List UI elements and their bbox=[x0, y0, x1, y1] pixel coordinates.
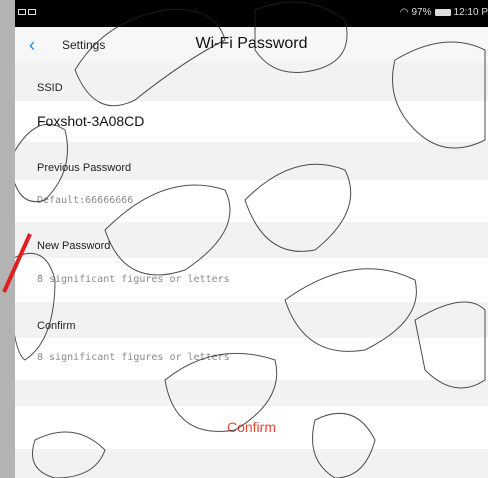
status-right: ◠ 97% 12:10 P bbox=[400, 7, 488, 18]
confirm-button[interactable]: Confirm bbox=[15, 406, 488, 449]
new-password-label: New Password bbox=[37, 240, 111, 252]
clock: 12:10 P bbox=[453, 7, 488, 18]
wifi-icon: ◠ bbox=[399, 7, 409, 18]
app-screen: ◠ 97% 12:10 P ‹ Settings Wi-Fi Password … bbox=[15, 0, 488, 478]
previous-password-label: Previous Password bbox=[37, 162, 132, 174]
previous-password-row: Default:66666666 bbox=[15, 180, 488, 222]
battery-icon bbox=[434, 9, 451, 16]
status-bar: ◠ 97% 12:10 P bbox=[15, 0, 488, 27]
notification-icon bbox=[28, 9, 36, 15]
previous-password-value: Default:66666666 bbox=[37, 195, 134, 206]
confirm-password-placeholder[interactable]: 8 significant figures or letters bbox=[37, 352, 230, 363]
new-password-placeholder[interactable]: 8 significant figures or letters bbox=[37, 274, 230, 285]
ssid-label: SSID bbox=[37, 82, 63, 94]
ssid-row: Foxshot-3A08CD bbox=[15, 101, 488, 142]
new-password-field[interactable]: 8 significant figures or letters bbox=[15, 258, 488, 302]
navigation-bar: ‹ Settings Wi-Fi Password bbox=[15, 27, 488, 63]
page-title: Wi-Fi Password bbox=[195, 35, 308, 52]
red-mark bbox=[2, 233, 32, 293]
confirm-password-field[interactable]: 8 significant figures or letters bbox=[15, 338, 488, 380]
ssid-value: Foxshot-3A08CD bbox=[37, 113, 145, 129]
confirm-button-label[interactable]: Confirm bbox=[15, 419, 488, 435]
device-frame: ◠ 97% 12:10 P ‹ Settings Wi-Fi Password … bbox=[0, 0, 488, 478]
battery-percent: 97% bbox=[411, 7, 432, 18]
notification-icon bbox=[18, 9, 26, 15]
notification-icons bbox=[18, 9, 36, 15]
confirm-password-label: Confirm bbox=[37, 320, 76, 332]
